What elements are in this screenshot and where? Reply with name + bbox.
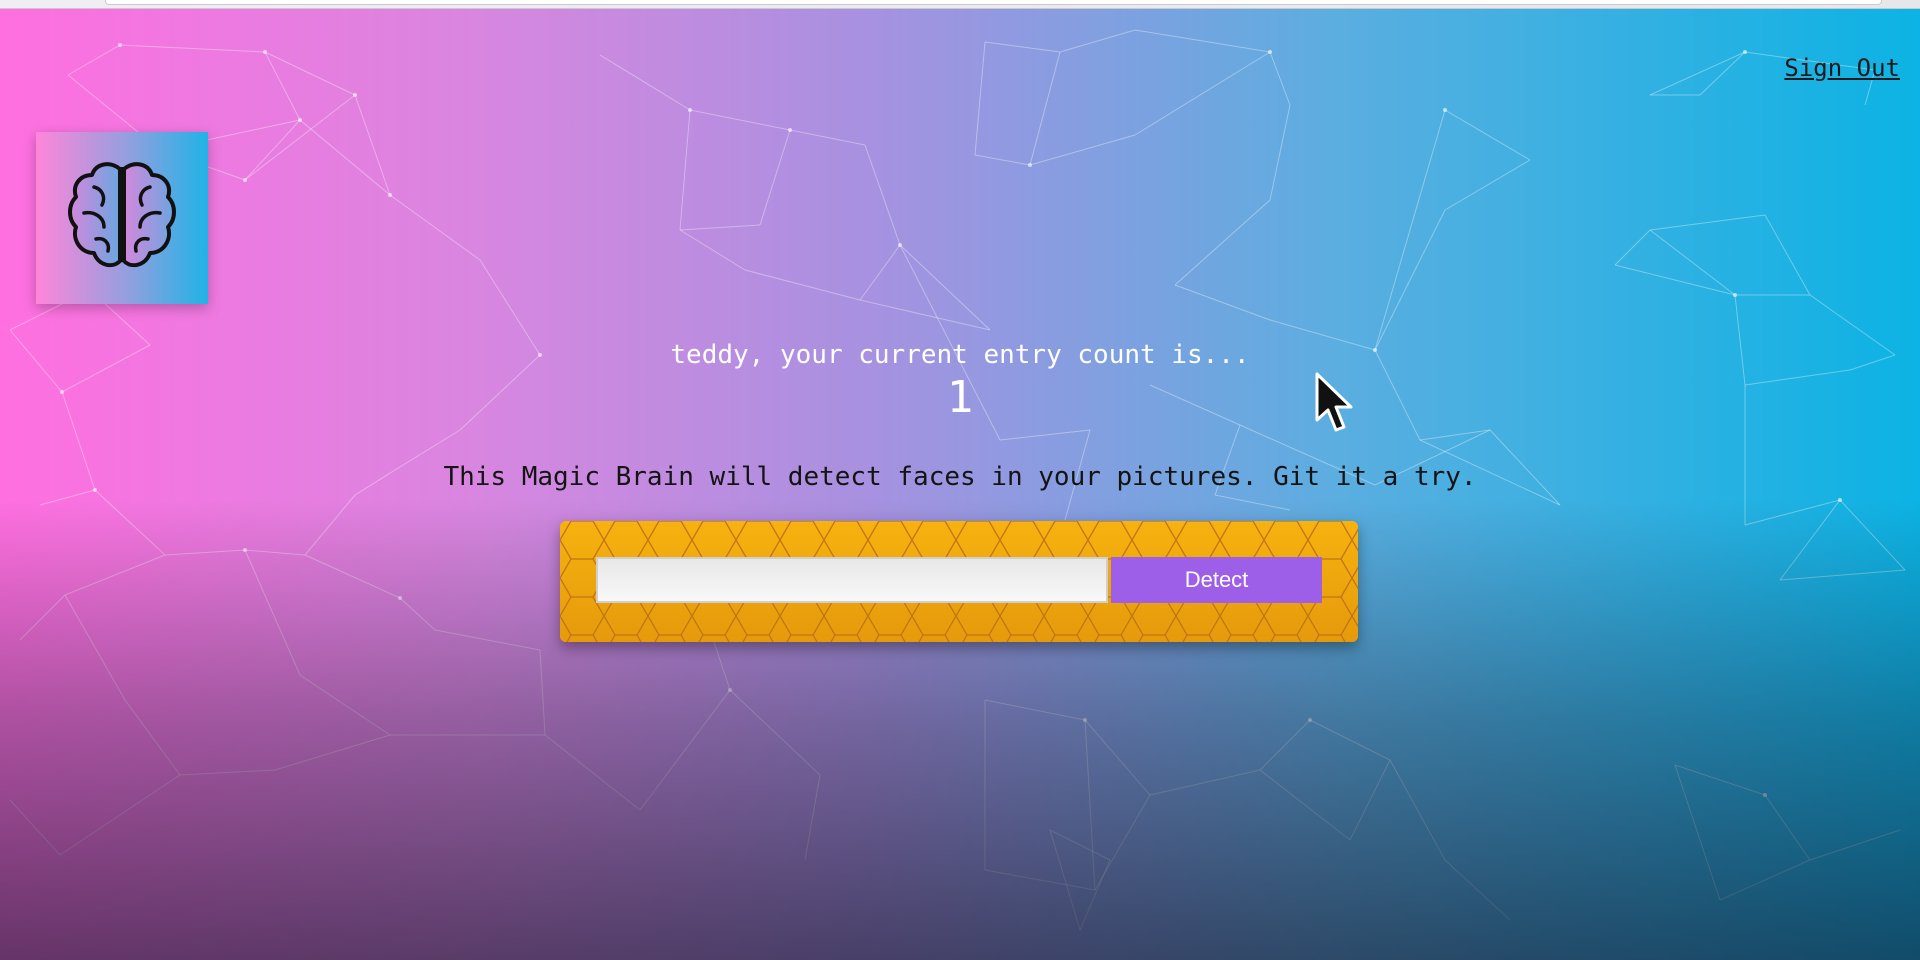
sign-out-link[interactable]: Sign Out: [1784, 54, 1900, 82]
detect-button[interactable]: Detect: [1111, 557, 1322, 603]
browser-chrome-edge: [0, 0, 1920, 9]
image-url-form: Detect: [560, 521, 1358, 642]
page-description: This Magic Brain will detect faces in yo…: [443, 462, 1477, 492]
address-bar-edge: [105, 0, 1882, 5]
logo: [36, 132, 208, 304]
entry-count-message: teddy, your current entry count is...: [670, 340, 1250, 370]
brain-icon: [68, 162, 176, 268]
entry-count-value: 1: [946, 372, 974, 423]
image-url-input[interactable]: [596, 557, 1108, 603]
